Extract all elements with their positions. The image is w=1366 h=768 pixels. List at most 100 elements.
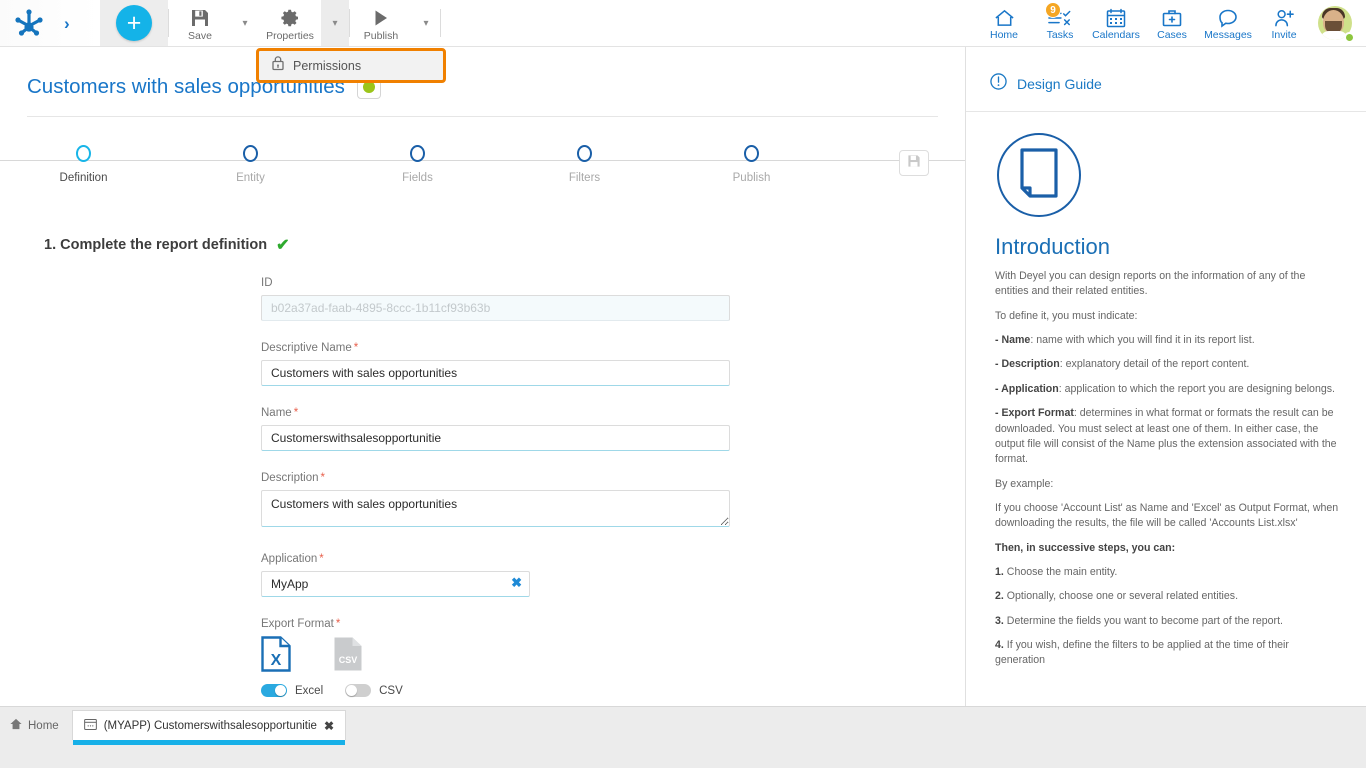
application-window: › + Save ▾ Properties ▾ Publish ▾ Home 9… xyxy=(0,0,1366,768)
guide-paragraph: Then, in successive steps, you can: xyxy=(995,541,1176,554)
field-description: Description * Customers with sales opport… xyxy=(261,472,965,532)
required-marker: * xyxy=(319,553,324,565)
floppy-disk-icon xyxy=(907,154,921,173)
gear-icon xyxy=(280,8,300,29)
svg-text:X: X xyxy=(271,652,282,669)
step-circle-icon xyxy=(744,145,759,162)
taskbar-tab-close-icon[interactable]: ✖ xyxy=(324,719,334,733)
permissions-menu-item[interactable]: Permissions xyxy=(256,48,446,83)
application-clear-close-icon[interactable]: ✖ xyxy=(511,576,522,589)
step-label-fields: Fields xyxy=(402,172,433,184)
guide-paragraph: 4. If you wish, define the filters to be… xyxy=(995,639,1289,667)
export-format-icons: X CSV xyxy=(261,636,965,677)
guide-paragraph: - Application: application to which the … xyxy=(995,382,1335,395)
home-icon xyxy=(994,6,1015,28)
header-item-cases[interactable]: Cases xyxy=(1144,0,1200,46)
header-item-home[interactable]: Home xyxy=(976,0,1032,46)
required-marker: * xyxy=(293,407,299,419)
step-label-definition: Definition xyxy=(59,172,108,184)
toggle-label-csv: CSV xyxy=(379,684,403,697)
stepper-step-entity[interactable]: Entity xyxy=(167,145,334,184)
stepper-step-definition[interactable]: Definition xyxy=(0,145,167,184)
header-item-tasks[interactable]: 9 Tasks xyxy=(1032,0,1088,46)
step-circle-icon xyxy=(76,145,91,162)
save-label: Save xyxy=(188,29,212,42)
report-definition-form: ID Descriptive Name* Name* Description* xyxy=(261,277,965,697)
header-label-home: Home xyxy=(989,28,1018,41)
stepper-step-publish[interactable]: Publish xyxy=(668,145,835,184)
toggle-excel[interactable]: Excel xyxy=(261,684,323,697)
step-label-publish: Publish xyxy=(732,172,771,184)
expand-menu-icon[interactable]: › xyxy=(64,15,70,32)
tasks-badge: 9 xyxy=(1045,2,1061,18)
add-new-button[interactable]: + xyxy=(116,5,152,41)
chat-icon xyxy=(1218,6,1238,28)
document-icon xyxy=(1018,147,1060,203)
logo-zone: › xyxy=(0,0,100,46)
step-label-filters: Filters xyxy=(568,172,601,184)
guide-paragraph: 2. Optionally, choose one or several rel… xyxy=(995,590,1239,603)
page-title-row: Customers with sales opportunities xyxy=(0,47,965,99)
design-guide-header: Design Guide xyxy=(966,47,1366,95)
field-label-name: Name * xyxy=(261,407,299,419)
publish-label: Publish xyxy=(363,29,399,42)
check-icon: ✔ xyxy=(276,237,290,254)
header-label-messages: Messages xyxy=(1204,28,1252,41)
excel-file-icon[interactable]: X xyxy=(261,636,291,677)
toolbar-divider-3 xyxy=(440,9,441,37)
design-guide-title: Design Guide xyxy=(1017,76,1102,92)
properties-dropdown-chevron-down-icon[interactable]: ▾ xyxy=(321,0,349,46)
descriptive-name-input[interactable] xyxy=(261,360,730,386)
calendar-icon xyxy=(1106,6,1126,28)
publish-dropdown-chevron-down-icon[interactable]: ▾ xyxy=(412,0,440,46)
export-format-toggles: Excel CSV xyxy=(261,684,965,697)
deyel-logo-icon[interactable] xyxy=(12,6,46,40)
avatar[interactable] xyxy=(1312,0,1358,46)
taskbar-tab[interactable]: (MYAPP) Customerswithsalesopportunitie ✖ xyxy=(71,710,347,745)
field-label-description: Description * xyxy=(261,472,326,484)
toggle-label-excel: Excel xyxy=(295,684,324,697)
stepper-step-filters[interactable]: Filters xyxy=(501,145,668,184)
publish-button[interactable]: Publish xyxy=(350,0,412,46)
taskbar-home-button[interactable]: Home xyxy=(0,707,72,735)
stepper-step-fields[interactable]: Fields xyxy=(334,145,501,184)
header-right-nav: Home 9 Tasks Calendars Cases Messages In… xyxy=(976,0,1366,46)
guide-paragraph: - Description: explanatory detail of the… xyxy=(995,358,1250,371)
guide-paragraph: To define it, you must indicate: xyxy=(995,309,1138,322)
wizard-stepper: Definition Entity Fields Filters Publish xyxy=(0,145,965,199)
field-name: Name * xyxy=(261,407,965,451)
info-icon xyxy=(990,73,1007,95)
toolbar-actions: Save ▾ Properties ▾ Publish ▾ xyxy=(169,0,441,46)
header-item-messages[interactable]: Messages xyxy=(1200,0,1256,46)
user-plus-icon xyxy=(1274,6,1295,28)
description-textarea[interactable]: Customers with sales opportunities xyxy=(261,490,730,527)
guide-paragraph: 1. Choose the main entity. xyxy=(995,566,1118,579)
save-button[interactable]: Save xyxy=(169,0,231,46)
header-label-calendars: Calendars xyxy=(1092,28,1140,41)
name-input[interactable] xyxy=(261,425,730,451)
play-icon xyxy=(371,8,391,29)
window-icon xyxy=(83,717,97,735)
save-dropdown-chevron-down-icon[interactable]: ▾ xyxy=(231,0,259,46)
main-content: Customers with sales opportunities Defin… xyxy=(0,47,965,706)
guide-paragraph: If you choose 'Account List' as Name and… xyxy=(995,501,1339,530)
csv-file-icon[interactable]: CSV xyxy=(333,636,363,677)
header-item-invite[interactable]: Invite xyxy=(1256,0,1312,46)
title-divider xyxy=(27,116,938,117)
field-id: ID xyxy=(261,277,965,321)
toggle-csv[interactable]: CSV xyxy=(345,684,403,697)
csv-toggle-switch[interactable] xyxy=(345,684,372,697)
step-circle-icon xyxy=(243,145,258,162)
header-item-calendars[interactable]: Calendars xyxy=(1088,0,1144,46)
guide-icon-circle xyxy=(997,133,1081,217)
taskbar-home-label: Home xyxy=(28,720,59,732)
application-input[interactable] xyxy=(261,571,530,597)
add-zone: + xyxy=(100,0,168,46)
stepper-save-button[interactable] xyxy=(899,150,929,176)
excel-toggle-switch[interactable] xyxy=(261,684,287,697)
guide-paragraph: - Export Format: determines in what form… xyxy=(995,407,1337,466)
properties-button[interactable]: Properties xyxy=(259,0,321,46)
lock-icon xyxy=(271,55,285,76)
design-guide-body: Introduction With Deyel you can design r… xyxy=(966,112,1366,669)
header-label-tasks: Tasks xyxy=(1046,28,1074,41)
